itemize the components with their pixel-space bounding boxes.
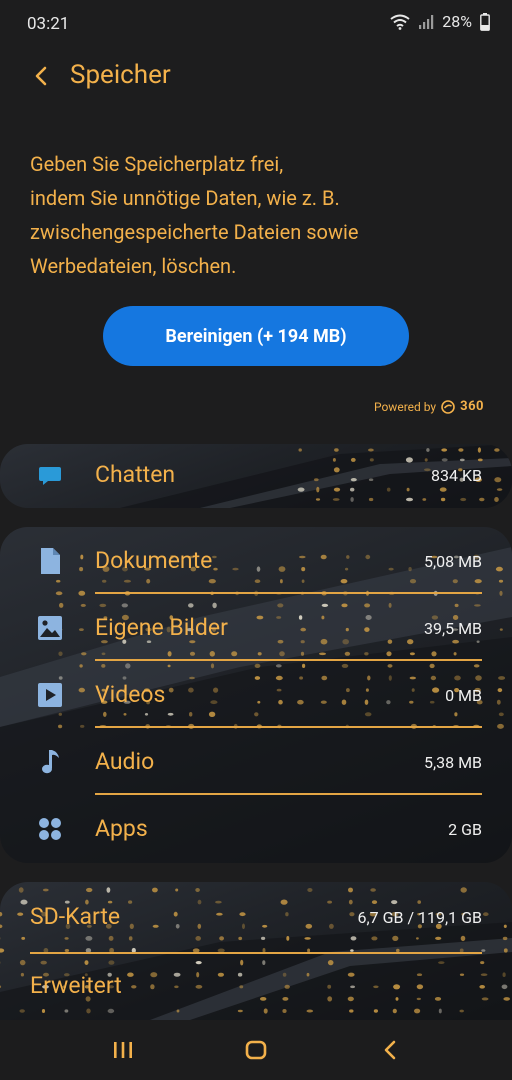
signal-icon [418, 14, 434, 30]
powered-by: Powered by 360 [374, 399, 484, 414]
back-icon [384, 1040, 396, 1060]
row-divider [95, 793, 482, 795]
category-row-images[interactable]: Eigene Bilder 39,5 MB [0, 596, 512, 662]
category-row-audio[interactable]: Audio 5,38 MB [0, 730, 512, 796]
category-label: Eigene Bilder [95, 614, 228, 641]
home-icon [245, 1040, 267, 1060]
description-line: zwischengespeicherte Dateien sowie [30, 220, 359, 244]
chevron-left-icon [35, 66, 47, 86]
chat-size: 834 KB [431, 466, 482, 485]
storage-card: SD-Karte 6,7 GB / 119,1 GB Erweitert [0, 882, 512, 1020]
category-row-apps[interactable]: Apps 2 GB [0, 797, 512, 863]
category-label: Dokumente [95, 547, 213, 574]
apps-icon [36, 815, 64, 843]
home-button[interactable] [236, 1034, 276, 1066]
chat-label: Chatten [95, 461, 176, 488]
category-size: 5,38 MB [423, 753, 482, 772]
music-note-icon [36, 748, 64, 776]
wifi-icon [390, 14, 410, 30]
description-text: Geben Sie Speicherplatz frei, indem Sie … [30, 147, 490, 283]
category-row-documents[interactable]: Dokumente 5,08 MB [0, 529, 512, 595]
clean-button[interactable]: Bereinigen (+ 194 MB) [103, 306, 409, 366]
back-button[interactable] [26, 60, 56, 92]
advanced-label: Erweitert [30, 972, 122, 999]
brand-360-icon [441, 399, 455, 414]
description-line: indem Sie unnötige Daten, wie z. B. [30, 186, 340, 210]
battery-level: 28% [442, 12, 472, 31]
navigation-bar [0, 1020, 512, 1080]
sd-card-usage: 6,7 GB / 119,1 GB [357, 908, 482, 927]
powered-by-brand: 360 [460, 399, 484, 414]
category-size: 39,5 MB [423, 619, 482, 638]
storage-screen: 03:21 28% Speicher Geben Sie Speicherpla… [0, 0, 512, 1080]
category-size: 5,08 MB [423, 552, 482, 571]
recent-apps-button[interactable] [103, 1034, 143, 1066]
category-label: Videos [95, 681, 166, 708]
category-label: Apps [95, 815, 148, 842]
category-size: 2 GB [448, 820, 482, 839]
description-line: Werbedateien, löschen. [30, 254, 237, 278]
image-icon [36, 614, 64, 642]
chat-row[interactable]: Chatten 834 KB [0, 444, 512, 508]
battery-icon [480, 12, 490, 31]
status-bar: 03:21 28% [0, 0, 512, 48]
advanced-row[interactable]: Erweitert [0, 954, 512, 1020]
description-line: Geben Sie Speicherplatz frei, [30, 152, 284, 176]
sd-card-row[interactable]: SD-Karte 6,7 GB / 119,1 GB [0, 885, 512, 951]
category-label: Audio [95, 748, 155, 775]
row-divider [95, 659, 482, 661]
category-size: 0 MB [445, 686, 482, 705]
powered-by-label: Powered by [373, 399, 437, 414]
document-icon [36, 547, 64, 575]
page-title: Speicher [70, 60, 171, 90]
row-divider [95, 726, 482, 728]
recent-apps-icon [114, 1042, 132, 1058]
category-row-videos[interactable]: Videos 0 MB [0, 663, 512, 729]
video-icon [36, 681, 64, 709]
chat-card: Chatten 834 KB [0, 444, 512, 508]
back-nav-button[interactable] [370, 1034, 410, 1066]
status-time: 03:21 [27, 14, 70, 34]
sd-card-label: SD-Karte [30, 903, 121, 930]
chat-bubble-icon [36, 462, 64, 490]
status-indicators: 28% [390, 12, 490, 31]
categories-card: Dokumente 5,08 MB Eigene Bilder 39,5 MB [0, 527, 512, 863]
row-divider [95, 592, 482, 594]
